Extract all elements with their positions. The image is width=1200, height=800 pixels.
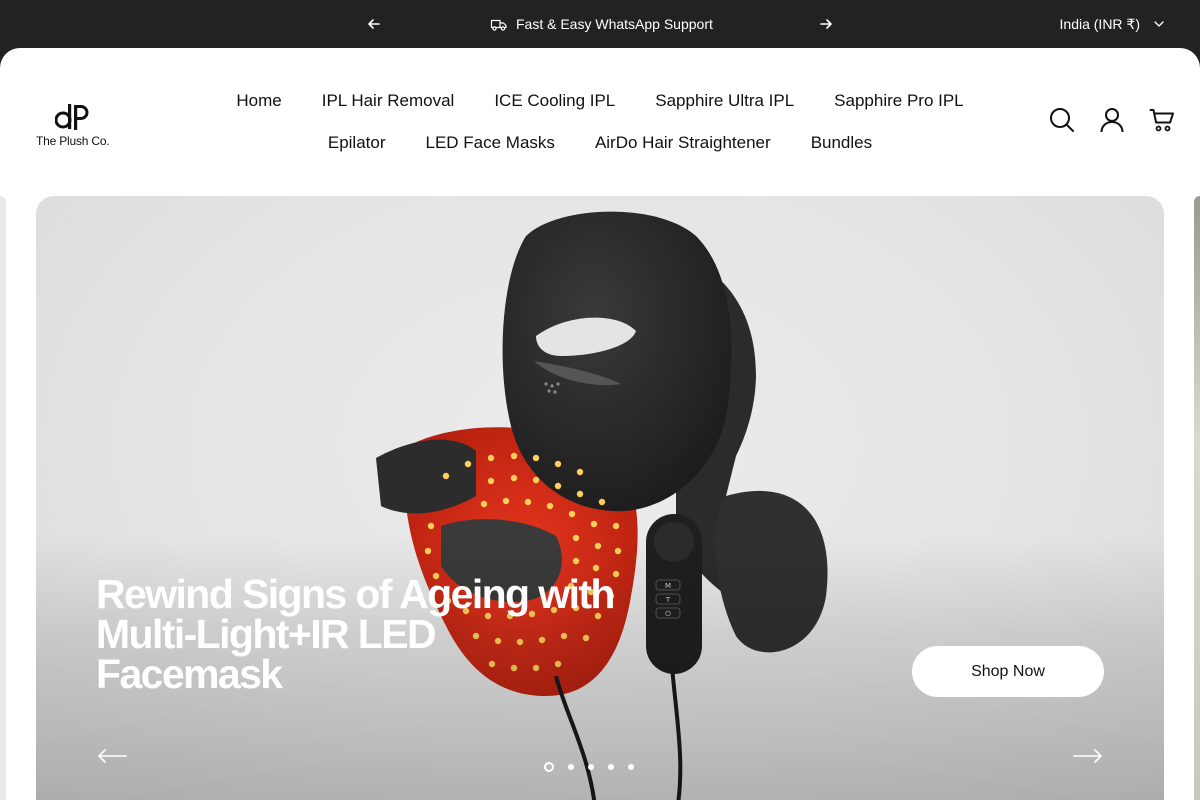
truck-icon — [490, 19, 507, 31]
account-button[interactable] — [1098, 106, 1126, 134]
nav-item-sapphire-pro-ipl[interactable]: Sapphire Pro IPL — [834, 91, 963, 111]
logo-text: The Plush Co. — [36, 134, 110, 148]
long-arrow-left-icon — [98, 749, 127, 763]
nav-item-sapphire-ultra-ipl[interactable]: Sapphire Ultra IPL — [655, 91, 794, 111]
slide-dot-4[interactable] — [608, 764, 614, 770]
shop-now-button[interactable]: Shop Now — [912, 646, 1104, 697]
main-navigation: Home IPL Hair Removal ICE Cooling IPL Sa… — [210, 80, 990, 164]
slide-dot-1[interactable] — [544, 762, 554, 772]
hero-title: Rewind Signs of Ageing with Multi-Light+… — [96, 571, 656, 697]
nav-row-1: Home IPL Hair Removal ICE Cooling IPL Sa… — [210, 80, 990, 122]
previous-slide-peek — [0, 196, 6, 800]
nav-item-home[interactable]: Home — [236, 91, 281, 111]
long-arrow-right-icon — [1073, 749, 1102, 763]
nav-item-epilator[interactable]: Epilator — [328, 133, 386, 153]
announcement-bar: Fast & Easy WhatsApp Support India (INR … — [0, 0, 1200, 48]
hero-prev-button[interactable] — [96, 744, 128, 768]
nav-item-bundles[interactable]: Bundles — [811, 133, 872, 153]
hero-title-line-2: Multi-Light+IR LED — [96, 611, 437, 657]
cart-icon — [1149, 109, 1174, 132]
arrow-left-icon — [368, 19, 380, 29]
nav-row-2: Epilator LED Face Masks AirDo Hair Strai… — [210, 122, 990, 164]
slide-dot-3[interactable] — [588, 764, 594, 770]
nav-item-ice-cooling-ipl[interactable]: ICE Cooling IPL — [494, 91, 615, 111]
hero-title-line-1: Rewind Signs of Ageing with — [96, 571, 615, 617]
logo-mark — [55, 104, 89, 130]
chevron-down-icon — [1154, 21, 1164, 27]
search-icon — [1050, 108, 1074, 132]
cart-button[interactable] — [1148, 106, 1176, 134]
announcement-prev-button[interactable] — [364, 14, 384, 34]
announcement-next-button[interactable] — [816, 14, 836, 34]
page-container: The Plush Co. Home IPL Hair Removal ICE … — [0, 48, 1200, 800]
hero-next-button[interactable] — [1072, 744, 1104, 768]
slider-pagination — [544, 762, 634, 772]
hero-slider: M T ⏻ Rewind Signs of Ageing with Multi-… — [36, 196, 1164, 800]
nav-item-airdo-hair-straightener[interactable]: AirDo Hair Straightener — [595, 133, 771, 153]
header-actions — [1048, 106, 1176, 134]
arrow-right-icon — [820, 19, 832, 29]
nav-item-ipl-hair-removal[interactable]: IPL Hair Removal — [322, 91, 455, 111]
next-slide-peek — [1194, 196, 1200, 800]
nav-item-led-face-masks[interactable]: LED Face Masks — [426, 133, 555, 153]
account-icon — [1100, 108, 1124, 133]
announcement-text: Fast & Easy WhatsApp Support — [516, 16, 713, 32]
region-label: India (INR ₹) — [1059, 15, 1140, 32]
region-selector[interactable]: India (INR ₹) — [1060, 14, 1164, 34]
brand-logo[interactable]: The Plush Co. — [36, 104, 110, 148]
slide-dot-5[interactable] — [628, 764, 634, 770]
slide-dot-2[interactable] — [568, 764, 574, 770]
hero-title-line-3: Facemask — [96, 651, 283, 697]
search-button[interactable] — [1048, 106, 1076, 134]
announcement-message: Fast & Easy WhatsApp Support — [490, 14, 713, 34]
